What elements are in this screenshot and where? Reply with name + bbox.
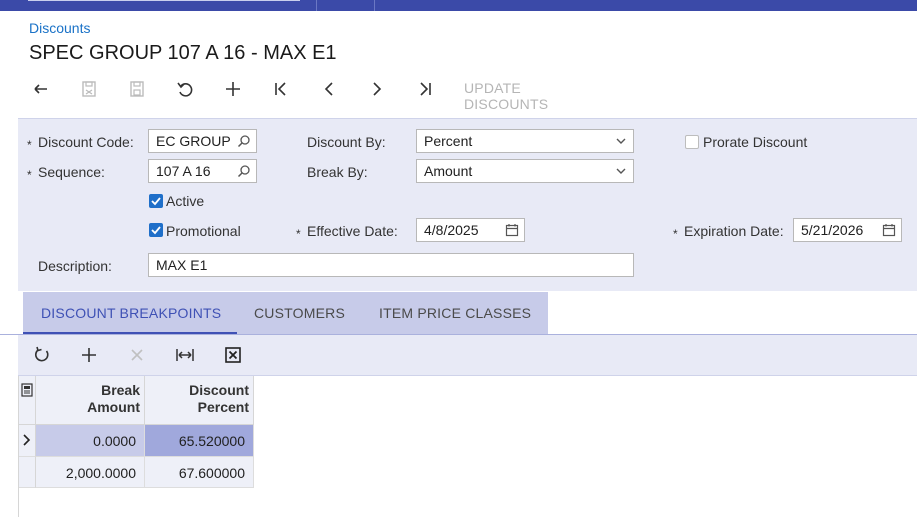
add-new-record-button[interactable] — [220, 76, 246, 102]
refresh-button[interactable] — [30, 343, 54, 367]
search-icon[interactable] — [237, 164, 251, 178]
promotional-label: Promotional — [166, 223, 241, 239]
chevron-down-icon — [616, 168, 626, 174]
discount-code-field[interactable]: EC GROUP — [148, 129, 257, 153]
cell-discount-percent[interactable]: 67.600000 — [145, 457, 254, 488]
undo-icon — [177, 82, 193, 97]
topbar-divider — [316, 0, 317, 11]
cell-break-amount[interactable]: 2,000.0000 — [36, 457, 145, 488]
save-icon — [130, 81, 144, 97]
column-header-line: Break — [101, 382, 140, 398]
export-excel-button[interactable] — [221, 343, 245, 367]
close-icon — [131, 349, 143, 361]
page-title: SPEC GROUP 107 A 16 - MAX E1 — [29, 42, 337, 64]
topbar-divider — [374, 0, 375, 11]
calendar-icon[interactable] — [505, 223, 519, 237]
promotional-checkbox[interactable] — [149, 223, 163, 237]
top-navigation-bar — [0, 0, 917, 11]
column-header-line: Amount — [87, 399, 140, 415]
active-label: Active — [166, 193, 205, 209]
save-button[interactable] — [124, 76, 150, 102]
fit-width-icon — [176, 349, 194, 361]
fit-columns-button[interactable] — [173, 343, 197, 367]
sequence-label: Sequence: — [38, 164, 105, 180]
effective-date-value: 4/8/2025 — [424, 222, 479, 238]
save-close-icon — [82, 81, 96, 97]
checkmark-icon — [151, 226, 161, 235]
checkmark-icon — [151, 197, 161, 206]
calendar-icon[interactable] — [882, 223, 896, 237]
discount-breakpoints-grid: Break Amount Discount Percent 0.0000 65.… — [18, 376, 917, 517]
chevron-left-icon — [324, 82, 333, 96]
description-field[interactable]: MAX E1 — [148, 253, 634, 277]
save-close-button[interactable] — [76, 76, 102, 102]
chevron-right-icon — [373, 82, 382, 96]
description-label: Description: — [38, 258, 112, 274]
breadcrumb[interactable]: Discounts — [29, 20, 90, 36]
description-value: MAX E1 — [156, 257, 208, 273]
prorate-discount-label: Prorate Discount — [703, 134, 808, 150]
cell-discount-percent[interactable]: 65.520000 — [145, 425, 254, 457]
delete-row-button[interactable] — [125, 343, 149, 367]
search-icon[interactable] — [237, 134, 251, 148]
discount-by-label: Discount By: — [307, 134, 386, 150]
cancel-button[interactable] — [172, 76, 198, 102]
discount-summary-form: * Discount Code: EC GROUP * Sequence: 10… — [18, 118, 917, 291]
expiration-date-value: 5/21/2026 — [801, 222, 864, 238]
discount-by-value: Percent — [424, 133, 473, 149]
back-button[interactable] — [28, 76, 54, 102]
back-arrow-icon — [34, 84, 47, 94]
expiration-date-field[interactable]: 5/21/2026 — [793, 218, 902, 242]
grid-toolbar — [18, 335, 917, 375]
discount-by-select[interactable]: Percent — [416, 129, 634, 153]
tab-strip: DISCOUNT BREAKPOINTS CUSTOMERS ITEM PRIC… — [23, 292, 548, 334]
expiration-date-label: Expiration Date: — [684, 223, 784, 239]
required-mark: * — [673, 227, 678, 241]
required-mark: * — [296, 227, 301, 241]
previous-record-button[interactable] — [316, 76, 342, 102]
column-header-line: Discount — [189, 382, 249, 398]
column-header-line: Percent — [197, 399, 249, 415]
row-selector[interactable] — [19, 457, 36, 488]
last-icon — [420, 82, 431, 96]
add-row-button[interactable] — [77, 343, 101, 367]
required-mark: * — [27, 138, 32, 152]
first-icon — [275, 82, 286, 96]
break-by-select[interactable]: Amount — [416, 159, 634, 183]
chevron-down-icon — [616, 138, 626, 144]
first-record-button[interactable] — [268, 76, 294, 102]
sequence-field[interactable]: 107 A 16 — [148, 159, 257, 183]
tab-item-price-classes[interactable]: ITEM PRICE CLASSES — [379, 292, 531, 334]
effective-date-field[interactable]: 4/8/2025 — [416, 218, 525, 242]
update-discounts-button[interactable]: UPDATE DISCOUNTS — [464, 80, 548, 112]
break-by-label: Break By: — [307, 164, 368, 180]
effective-date-label: Effective Date: — [307, 223, 398, 239]
grid-settings-icon — [21, 383, 33, 397]
discount-code-value: EC GROUP — [156, 133, 231, 149]
break-by-value: Amount — [424, 163, 473, 179]
plus-icon — [226, 82, 240, 96]
plus-icon — [82, 348, 96, 362]
prorate-discount-checkbox[interactable] — [685, 135, 699, 149]
discount-code-label: Discount Code: — [38, 134, 134, 150]
next-record-button[interactable] — [364, 76, 390, 102]
row-selector[interactable] — [19, 425, 36, 457]
column-header-break-amount[interactable]: Break Amount — [36, 376, 145, 425]
refresh-icon — [34, 346, 49, 362]
tab-discount-breakpoints[interactable]: DISCOUNT BREAKPOINTS — [41, 292, 221, 334]
chevron-right-icon — [23, 434, 31, 446]
active-checkbox[interactable] — [149, 194, 163, 208]
last-record-button[interactable] — [412, 76, 438, 102]
cell-break-amount[interactable]: 0.0000 — [36, 425, 145, 457]
column-header-discount-percent[interactable]: Discount Percent — [145, 376, 254, 425]
required-mark: * — [27, 168, 32, 182]
global-search-input[interactable] — [28, 0, 300, 1]
tab-customers[interactable]: CUSTOMERS — [254, 292, 345, 334]
grid-row-selector-header[interactable] — [19, 376, 36, 425]
excel-icon — [225, 347, 241, 363]
sequence-value: 107 A 16 — [156, 163, 211, 179]
